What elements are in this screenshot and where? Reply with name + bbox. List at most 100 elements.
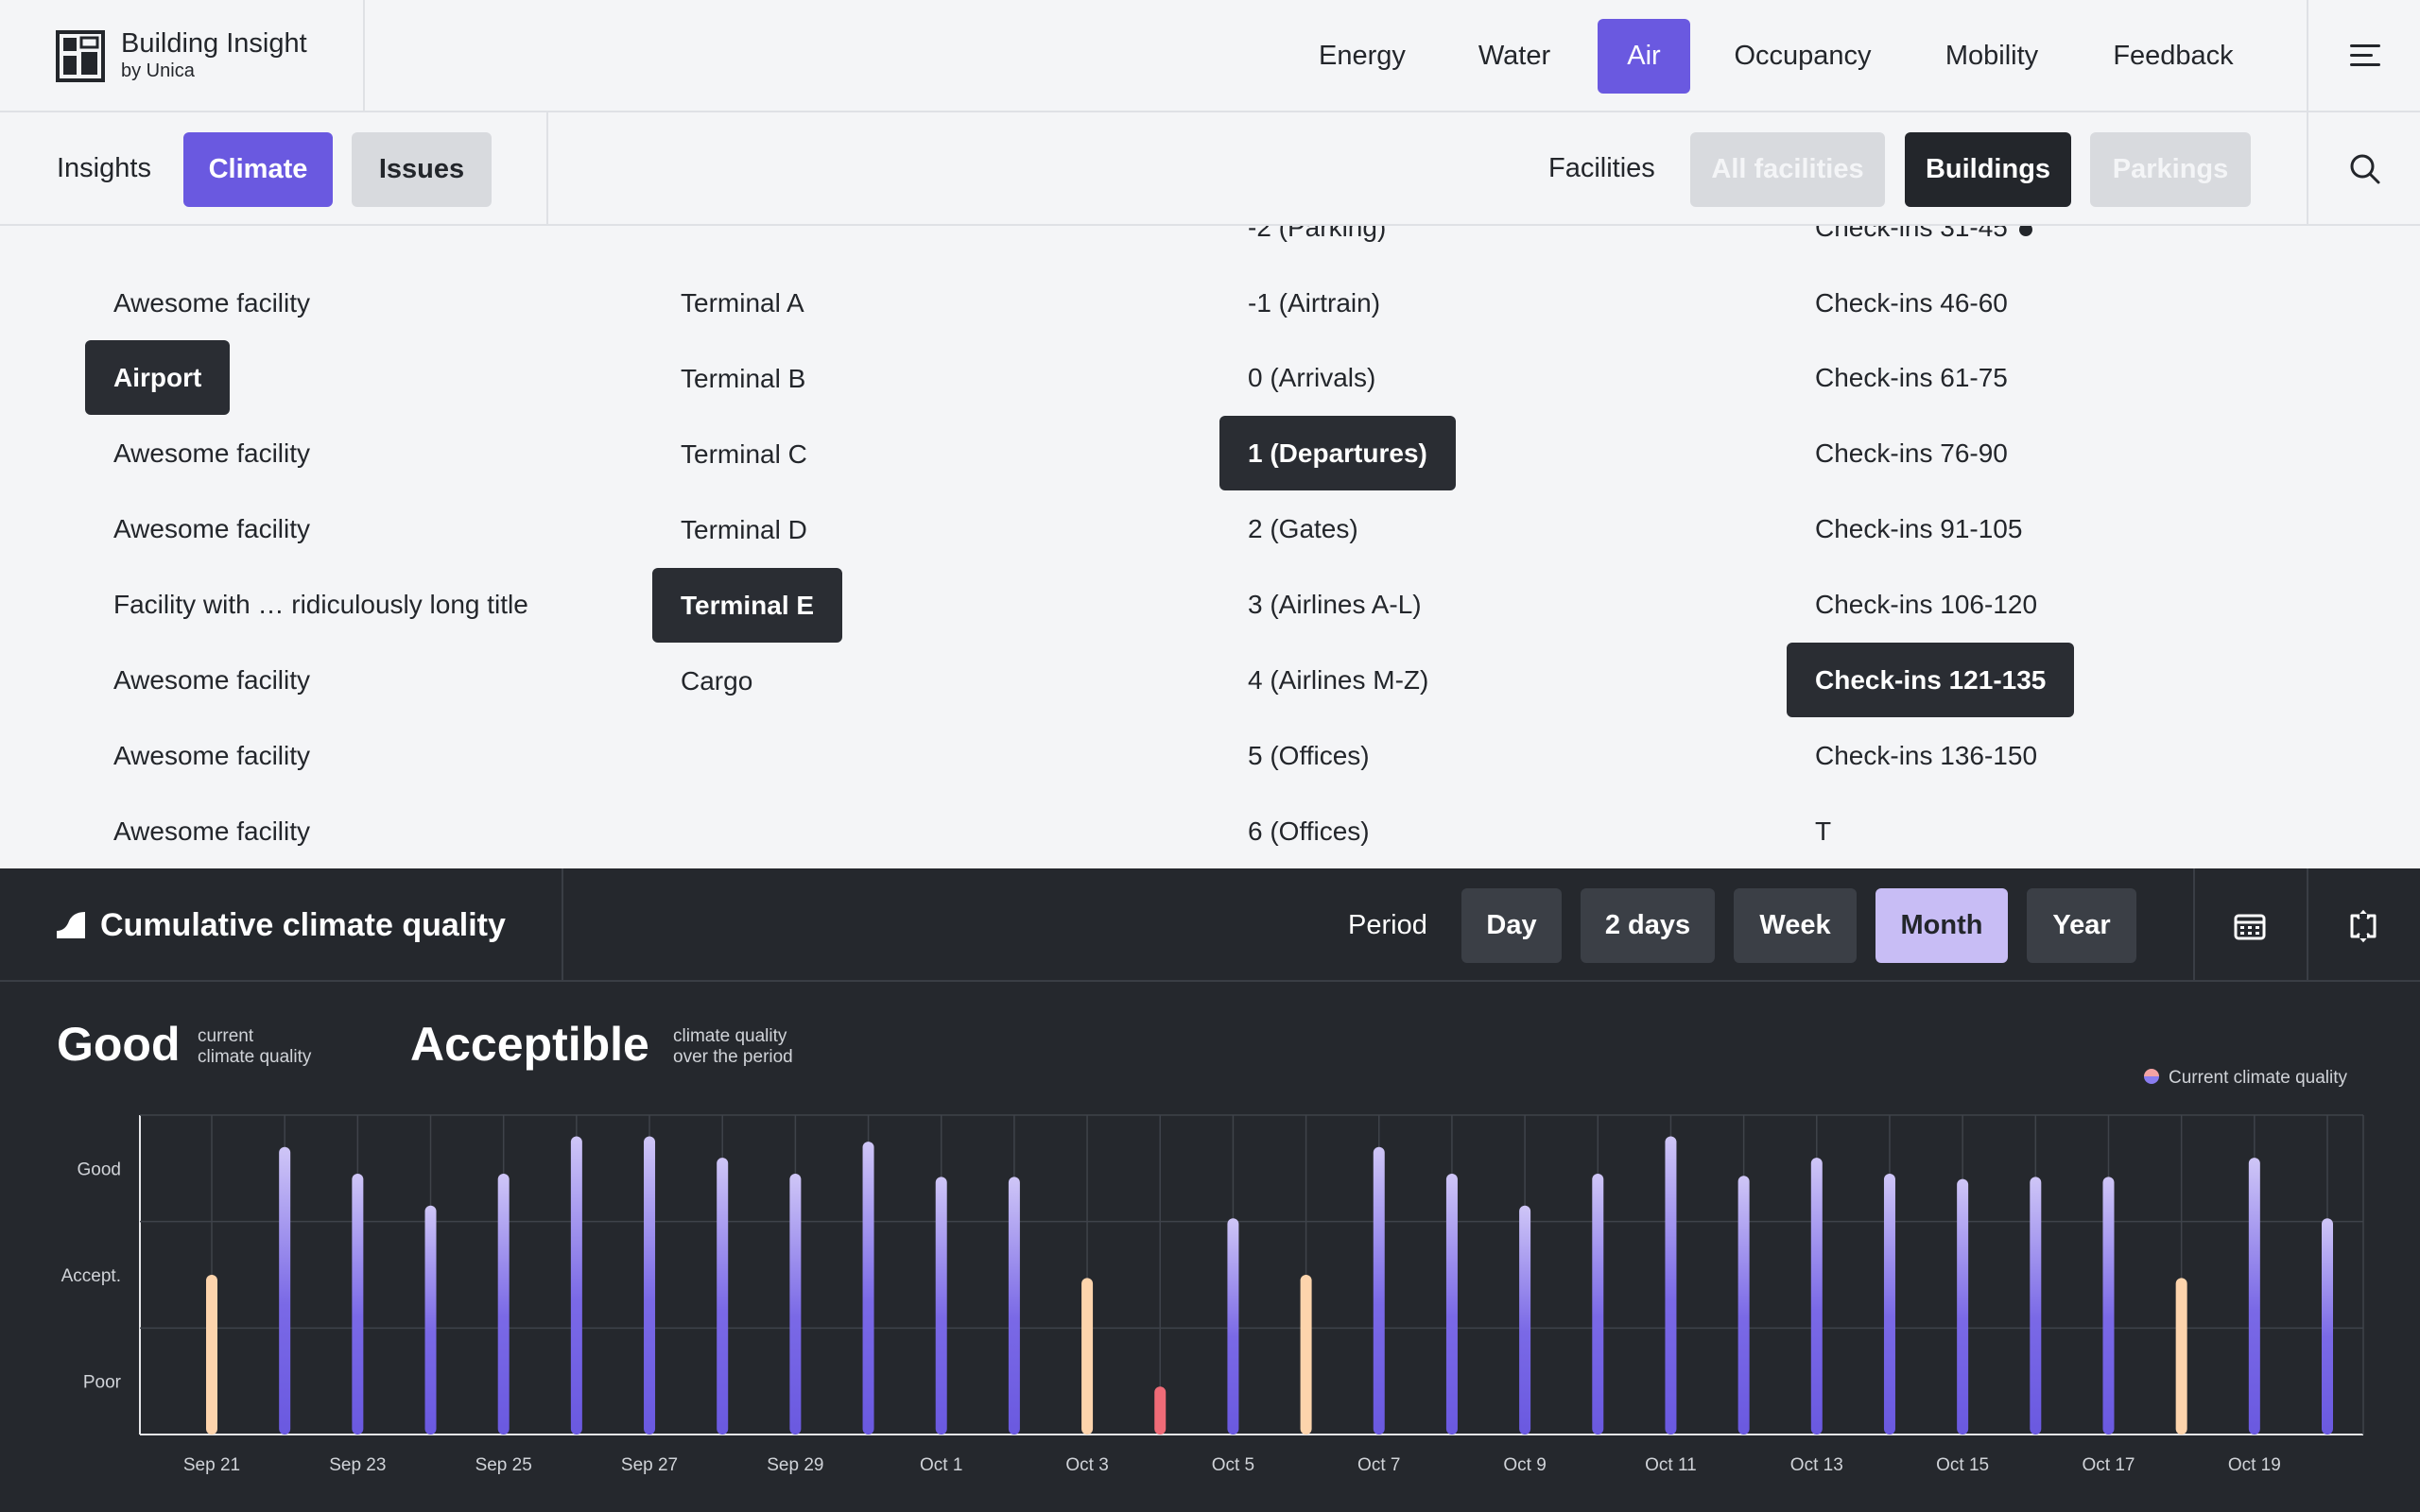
floor-item[interactable]: 3 (Airlines A-L) (1219, 567, 1450, 642)
facility-item[interactable]: Awesome facility (85, 266, 338, 340)
x-tick-label: Oct 13 (1790, 1455, 1843, 1475)
bar (1154, 1386, 1167, 1435)
floor-item[interactable]: 5 (Offices) (1219, 718, 1398, 793)
period-quality-value: Acceptible (410, 1018, 649, 1071)
app-title: Building Insight (121, 28, 307, 59)
bar (1957, 1178, 1969, 1435)
nav-energy[interactable]: Energy (1303, 19, 1422, 94)
period-month-button[interactable]: Month (1876, 888, 2008, 963)
bar (644, 1136, 656, 1435)
zone-item[interactable]: Check-ins 76-90 (1787, 416, 2036, 490)
bar (1445, 1173, 1458, 1435)
x-tick-label: Oct 9 (1503, 1455, 1546, 1475)
bar (352, 1173, 364, 1435)
search-button[interactable] (2307, 112, 2420, 224)
floor-item[interactable]: 4 (Airlines M-Z) (1219, 643, 1457, 717)
x-tick-label: Oct 1 (920, 1455, 962, 1475)
facility-item-selected[interactable]: Airport (85, 340, 231, 415)
brand[interactable]: Building Insight by Unica (0, 0, 365, 111)
zone-item[interactable]: Check-ins 136-150 (1787, 718, 2066, 793)
bar (279, 1146, 291, 1435)
bar (1373, 1146, 1385, 1435)
bar (2030, 1177, 2042, 1435)
zone-item[interactable]: Check-ins 61-75 (1787, 340, 2036, 415)
x-tick-label: Oct 11 (1645, 1455, 1697, 1475)
zone-item[interactable]: Check-ins 91-105 (1787, 491, 2050, 566)
floor-item[interactable]: -2 (Parking) (1219, 226, 1414, 265)
legend-label: Current climate quality (2169, 1068, 2348, 1088)
chart-legend: Current climate quality (2144, 1068, 2347, 1106)
facility-item[interactable]: Awesome facility (85, 416, 338, 490)
expand-button[interactable] (2307, 868, 2420, 980)
filter-parkings[interactable]: Parkings (2090, 132, 2251, 207)
bar (1737, 1176, 1750, 1435)
facility-item[interactable]: Awesome facility (85, 643, 338, 717)
caption-line: climate quality (673, 1026, 787, 1046)
zone-item[interactable]: Check-ins 46-60 (1787, 266, 2036, 340)
terminal-item[interactable]: Cargo (652, 644, 781, 718)
floor-item[interactable]: 0 (Arrivals) (1219, 340, 1404, 415)
terminal-item[interactable]: Terminal C (652, 417, 836, 491)
menu-button[interactable] (2307, 0, 2420, 111)
zone-item-selected[interactable]: Check-ins 121-135 (1787, 643, 2075, 717)
status-dot-icon (2018, 226, 2032, 236)
terminal-item[interactable]: Terminal B (652, 341, 834, 416)
floor-item-selected[interactable]: 1 (Departures) (1219, 416, 1456, 490)
nav-water[interactable]: Water (1458, 19, 1571, 94)
panel-header: Cumulative climate quality Period Day 2 … (0, 868, 2420, 982)
bar (1665, 1136, 1677, 1435)
bar (789, 1173, 802, 1435)
period-year-button[interactable]: Year (2027, 888, 2136, 963)
period-week-button[interactable]: Week (1734, 888, 1857, 963)
nav-occupancy[interactable]: Occupancy (1722, 19, 1883, 94)
zone-item[interactable]: T (1787, 794, 1859, 868)
caption-line: climate quality (198, 1047, 312, 1067)
x-tick-label: Sep 23 (329, 1455, 386, 1475)
x-tick-label: Oct 7 (1357, 1455, 1400, 1475)
x-tick-label: Oct 15 (1936, 1455, 1989, 1475)
x-tick-label: Sep 21 (183, 1455, 240, 1475)
zone-item[interactable]: Check-ins 106-120 (1787, 567, 2066, 642)
expand-icon (2350, 909, 2377, 943)
floor-item[interactable]: 2 (Gates) (1219, 491, 1387, 566)
filter-buildings[interactable]: Buildings (1905, 132, 2071, 207)
zone-item[interactable]: Check-ins 31-45 (1787, 226, 2061, 265)
x-tick-label: Oct 5 (1212, 1455, 1254, 1475)
period-day-button[interactable]: Day (1461, 888, 1562, 963)
facility-item[interactable]: Awesome facility (85, 718, 338, 793)
bar (935, 1177, 947, 1435)
terminal-item[interactable]: Terminal D (652, 492, 836, 567)
tab-issues[interactable]: Issues (352, 132, 492, 207)
sub-bar-divider (546, 112, 548, 224)
y-tick-label: Accept. (61, 1266, 121, 1286)
bar (206, 1275, 217, 1435)
legend-swatch-icon (2144, 1069, 2159, 1085)
bar (2322, 1218, 2333, 1435)
facility-item[interactable]: Awesome facility (85, 491, 338, 566)
y-tick-label: Good (78, 1160, 121, 1179)
x-tick-label: Sep 27 (621, 1455, 678, 1475)
bar (2102, 1177, 2115, 1435)
floor-item[interactable]: 6 (Offices) (1219, 794, 1398, 868)
terminal-item[interactable]: Terminal A (652, 266, 833, 340)
tab-climate[interactable]: Climate (183, 132, 333, 207)
sub-bar: Insights Climate Issues Facilities All f… (0, 112, 2420, 226)
floor-item[interactable]: -1 (Airtrain) (1219, 266, 1409, 340)
bar (570, 1136, 582, 1435)
filter-all-facilities[interactable]: All facilities (1690, 132, 1885, 207)
facility-item[interactable]: Facility with … ridiculously long title (85, 567, 557, 642)
facility-browser: Awesome facility Airport Awesome facilit… (0, 226, 2420, 868)
y-tick-label: Poor (83, 1373, 122, 1393)
calendar-button[interactable] (2193, 868, 2307, 980)
x-tick-label: Sep 25 (475, 1455, 532, 1475)
nav-feedback[interactable]: Feedback (2102, 19, 2244, 94)
bar (1592, 1173, 1604, 1435)
terminal-item-selected[interactable]: Terminal E (652, 568, 843, 643)
search-icon (2350, 154, 2380, 184)
nav-mobility[interactable]: Mobility (1934, 19, 2049, 94)
panel-divider (562, 868, 563, 980)
period-2days-button[interactable]: 2 days (1581, 888, 1715, 963)
facility-item[interactable]: Awesome facility (85, 794, 338, 868)
nav-air[interactable]: Air (1598, 19, 1690, 94)
bar (424, 1205, 437, 1435)
